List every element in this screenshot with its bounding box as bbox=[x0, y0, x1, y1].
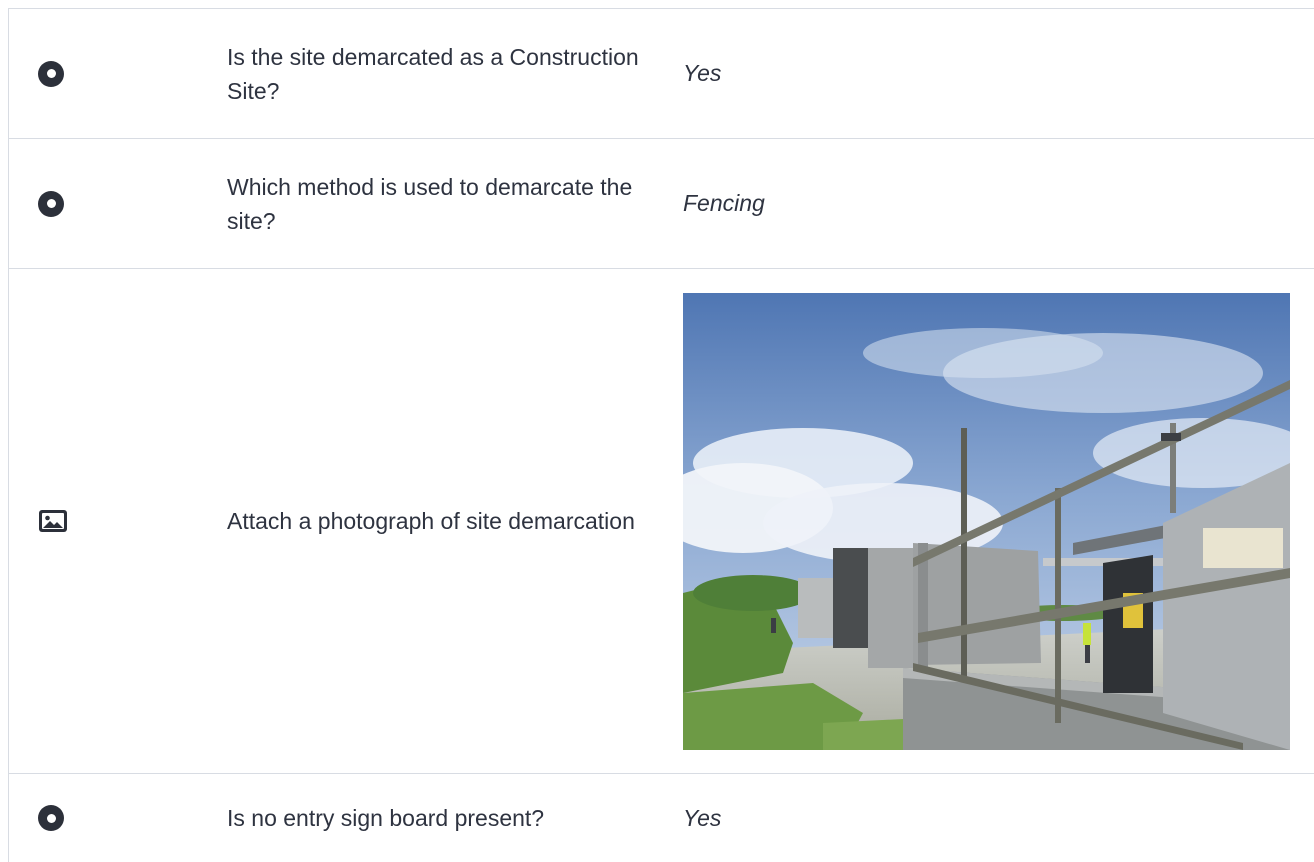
inspection-table: Is the site demarcated as a Construction… bbox=[8, 8, 1314, 862]
table-row: Which method is used to demarcate the si… bbox=[9, 139, 1314, 269]
answer-text: Fencing bbox=[683, 190, 765, 216]
answer-text: Yes bbox=[683, 60, 722, 86]
table-row: Attach a photograph of site demarcation bbox=[9, 269, 1314, 774]
radio-icon bbox=[38, 805, 64, 831]
answer-text: Yes bbox=[683, 804, 722, 831]
radio-icon bbox=[38, 190, 64, 217]
question-text: Which method is used to demarcate the si… bbox=[227, 173, 633, 234]
site-demarcation-photo[interactable] bbox=[683, 292, 1290, 750]
table-row: Is the site demarcated as a Construction… bbox=[9, 9, 1314, 139]
question-text: Is no entry sign board present? bbox=[227, 805, 545, 831]
image-icon bbox=[38, 509, 68, 533]
question-text: Is the site demarcated as a Construction… bbox=[227, 43, 639, 104]
table-row: Is no entry sign board present? Yes bbox=[9, 774, 1314, 862]
question-text: Attach a photograph of site demarcation bbox=[227, 508, 635, 534]
radio-icon bbox=[38, 60, 64, 87]
